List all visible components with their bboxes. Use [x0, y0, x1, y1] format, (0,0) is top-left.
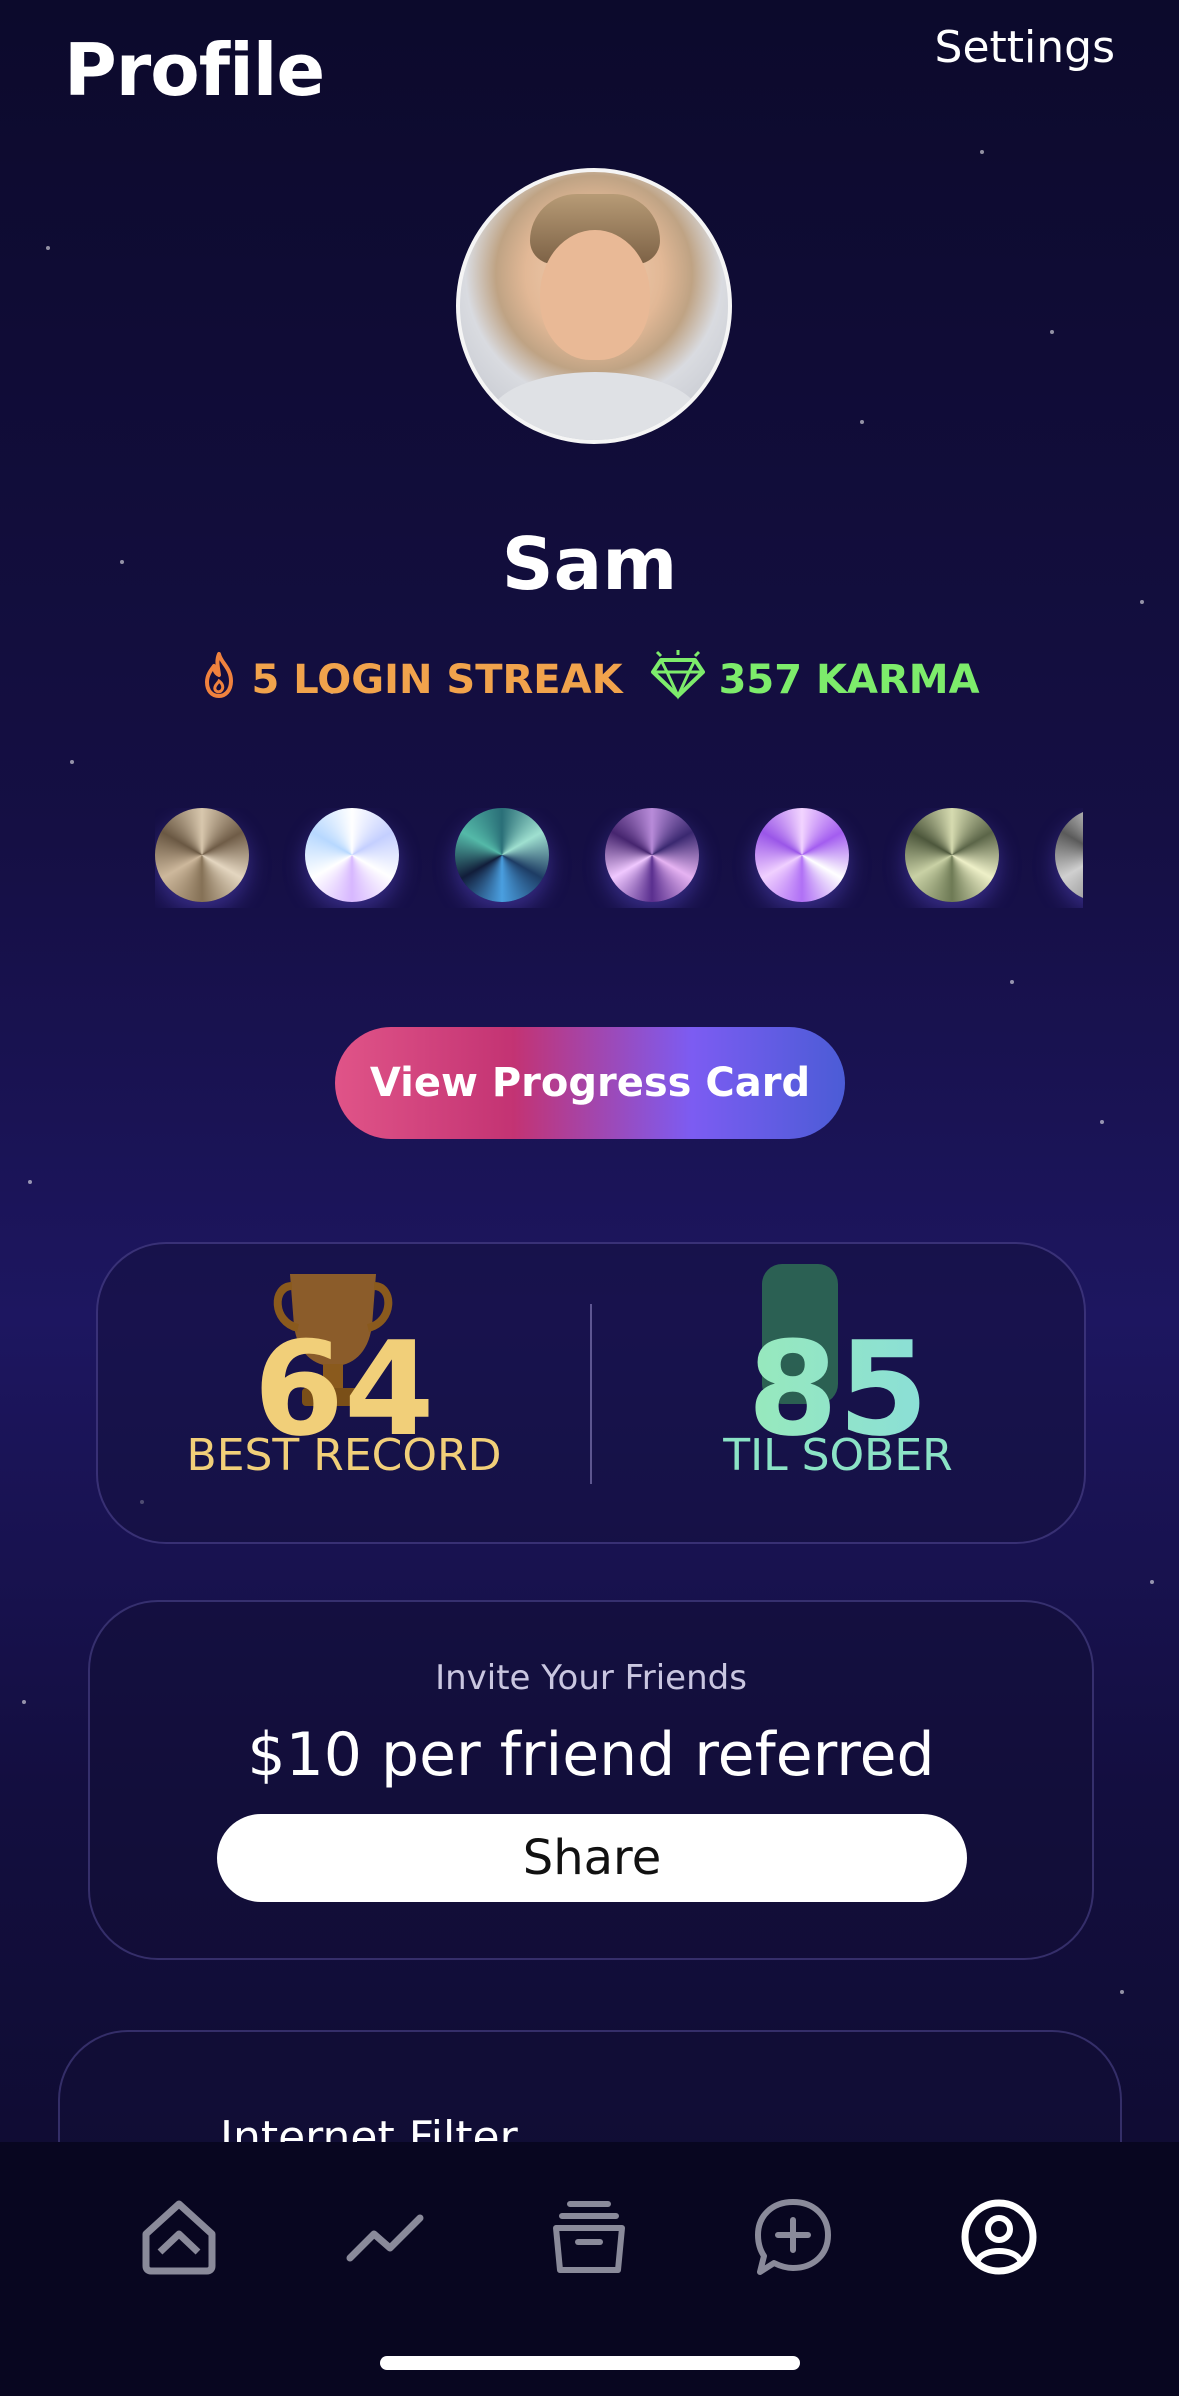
profile-tab[interactable] — [954, 2192, 1044, 2282]
archive-icon — [553, 2201, 625, 2273]
badge-4[interactable] — [605, 808, 699, 902]
sober-section: 85 TIL SOBER — [592, 1244, 1084, 1542]
badge-3[interactable] — [455, 808, 549, 902]
stats-row: 5 LOGIN STREAK 357 KARMA — [0, 650, 1179, 710]
sober-label: TIL SOBER — [723, 1430, 953, 1481]
page-title: Profile — [64, 28, 325, 112]
best-record-section: 64 BEST RECORD — [98, 1244, 590, 1542]
records-card: 64 BEST RECORD 85 TIL SOBER — [96, 1242, 1086, 1544]
home-tab[interactable] — [134, 2192, 224, 2282]
karma-label: 357 KARMA — [718, 657, 980, 703]
home-icon — [142, 2200, 216, 2275]
badge-6[interactable] — [905, 808, 999, 902]
share-button[interactable]: Share — [217, 1814, 967, 1902]
chat-plus-icon — [755, 2199, 831, 2275]
invite-title: $10 per friend referred — [247, 1720, 935, 1790]
view-progress-card-button[interactable]: View Progress Card — [335, 1027, 845, 1139]
user-circle-icon — [961, 2199, 1037, 2275]
badge-2[interactable] — [305, 808, 399, 902]
home-indicator — [380, 2356, 800, 2370]
chat-tab[interactable] — [748, 2192, 838, 2282]
invite-card: Invite Your Friends $10 per friend refer… — [88, 1600, 1094, 1960]
flame-icon — [199, 651, 239, 709]
login-streak: 5 LOGIN STREAK — [199, 651, 623, 709]
trend-icon — [346, 2214, 424, 2262]
badge-1[interactable] — [155, 808, 249, 902]
badge-7[interactable] — [1055, 808, 1083, 902]
user-name: Sam — [501, 522, 678, 606]
progress-tab[interactable] — [340, 2192, 430, 2282]
streak-label: 5 LOGIN STREAK — [251, 657, 623, 703]
badge-carousel[interactable] — [155, 808, 1083, 908]
settings-link[interactable]: Settings — [935, 22, 1115, 73]
badge-5[interactable] — [755, 808, 849, 902]
best-record-label: BEST RECORD — [186, 1430, 502, 1481]
invite-subtitle: Invite Your Friends — [435, 1658, 747, 1698]
diamond-icon — [649, 650, 707, 710]
library-tab[interactable] — [544, 2192, 634, 2282]
karma-count: 357 KARMA — [649, 650, 980, 710]
avatar[interactable] — [456, 168, 732, 444]
